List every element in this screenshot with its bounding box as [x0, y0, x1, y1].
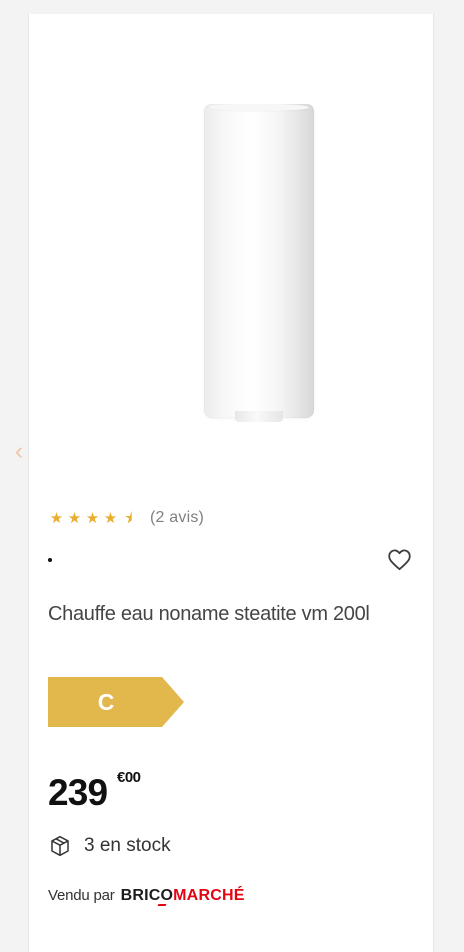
tank-base	[235, 411, 283, 422]
carousel-previous-icon[interactable]: ‹	[8, 437, 30, 465]
heart-outline-icon[interactable]	[386, 546, 413, 572]
energy-class-label: C	[97, 689, 115, 715]
energy-class-badge[interactable]: C	[48, 677, 184, 727]
price: 239 €00	[48, 766, 141, 820]
stock-status: 3 en stock	[48, 833, 171, 859]
product-rating[interactable]: ★ ★ ★ ★ ⯨ (2 avis)	[49, 509, 204, 527]
seller-brand-part-2: MARCHÉ	[173, 887, 245, 904]
package-box-icon	[48, 834, 72, 858]
seller-prefix: Vendu par	[48, 887, 115, 904]
price-cents: €00	[117, 769, 141, 786]
seller-brand-part-1: BRICO	[120, 887, 174, 904]
seller-brand[interactable]: BRICOMARCHÉ	[121, 883, 245, 909]
product-card-page: ‹ ★ ★ ★ ★ ⯨ (2 avis) Chauffe eau noname …	[0, 0, 464, 952]
star-icon: ★	[85, 508, 100, 527]
small-dot-marker	[48, 558, 52, 562]
price-main: 239	[48, 772, 108, 813]
half-star-icon: ⯨	[124, 508, 133, 527]
review-count[interactable]: (2 avis)	[150, 509, 204, 527]
star-icon: ★	[67, 508, 82, 527]
seller-line: Vendu par BRICOMARCHÉ	[48, 883, 245, 909]
star-icon: ★	[49, 508, 64, 527]
tank-body	[204, 104, 314, 418]
product-title[interactable]: Chauffe eau noname steatite vm 200l	[48, 600, 413, 629]
brand-accent-mark	[157, 904, 167, 906]
tank-top	[209, 104, 309, 111]
stock-text: 3 en stock	[84, 835, 171, 856]
star-icon: ★	[103, 508, 118, 527]
water-heater-product-image[interactable]	[204, 104, 314, 424]
